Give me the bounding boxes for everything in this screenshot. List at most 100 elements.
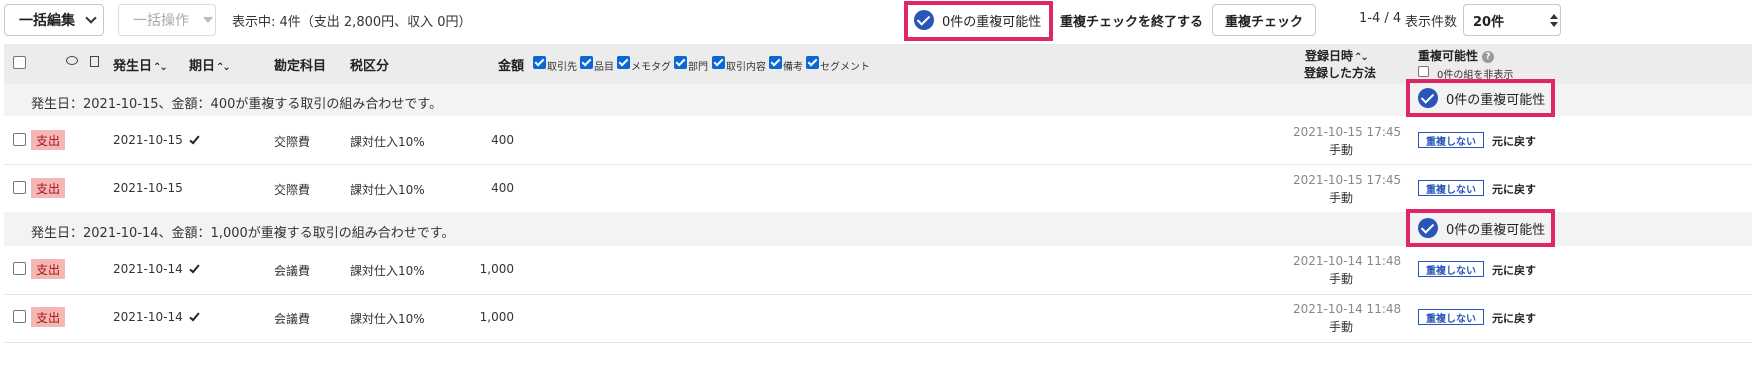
filter-label-description: 取引内容 [726, 62, 766, 73]
revert-link[interactable]: 元に戻す [1492, 133, 1536, 149]
sort-icon: ⌃⌄ [153, 62, 168, 73]
row-account: 交際費 [274, 183, 311, 197]
row-account: 会議費 [274, 264, 311, 278]
row-amount: 1,000 [479, 310, 514, 324]
filter-checkbox-segment[interactable] [806, 56, 819, 69]
row-date: 2021-10-14 [113, 262, 183, 276]
revert-link[interactable]: 元に戻す [1492, 262, 1536, 278]
row-checkbox[interactable] [13, 262, 26, 275]
header-tax: 税区分 [350, 59, 390, 74]
row-method: 手動 [1329, 191, 1354, 205]
group-dup-label: 0件の重複可能性 [1446, 222, 1546, 238]
row-amount: 400 [491, 133, 514, 147]
row-method: 手動 [1329, 272, 1354, 286]
row-tax: 課対仕入10% [350, 312, 425, 326]
group-message: 発生日：2021-10-14、金額：1,000が重複する取引の組み合わせです。 [31, 226, 455, 241]
sort-icon: ⌃⌄ [216, 62, 231, 73]
end-dup-check-link[interactable]: 重複チェックを終了する [1060, 11, 1203, 30]
help-icon[interactable]: ? [1482, 50, 1495, 63]
header-dup-possibility-label: 重複可能性 [1418, 49, 1479, 63]
row-date: 2021-10-15 [113, 181, 183, 195]
header-registered-at[interactable]: 登録日時⌃⌄ [1305, 47, 1369, 64]
per-page-value: 20件 [1473, 14, 1505, 30]
bulk-edit-label: 一括編集 [19, 13, 75, 29]
filter-checkbox-item[interactable] [580, 56, 593, 69]
no-duplicate-button[interactable]: 重複しない [1418, 132, 1484, 148]
group-message: 発生日：2021-10-15、金額：400が重複する取引の組み合わせです。 [31, 97, 443, 112]
row-amount: 400 [491, 181, 514, 195]
revert-link[interactable]: 元に戻す [1492, 310, 1536, 326]
filter-label-segment: セグメント [820, 62, 870, 73]
row-checkbox[interactable] [13, 133, 26, 146]
per-page-select[interactable]: 20件 [1463, 4, 1561, 36]
dup-check-label: 重複チェック [1224, 14, 1303, 30]
expense-badge: 支出 [31, 178, 65, 198]
table-row[interactable] [4, 165, 1752, 211]
dup-possibility-toggle[interactable]: 0件の重複可能性 [914, 10, 1041, 30]
filter-checkbox-partner[interactable] [533, 56, 546, 69]
group-dup-toggle[interactable]: 0件の重複可能性 [1418, 218, 1545, 238]
filter-checkbox-department[interactable] [674, 56, 687, 69]
check-circle-icon [1418, 218, 1438, 238]
row-tax: 課対仕入10% [350, 183, 425, 197]
bulk-action-label: 一括操作 [133, 13, 189, 29]
row-account: 会議費 [274, 312, 311, 326]
dup-possibility-label: 0件の重複可能性 [942, 14, 1042, 30]
dup-check-button[interactable]: 重複チェック [1212, 4, 1316, 36]
filter-label-item: 品目 [594, 62, 614, 73]
row-divider [4, 342, 1752, 343]
group-dup-label: 0件の重複可能性 [1446, 92, 1546, 108]
sort-icon: ⌃⌄ [1354, 52, 1369, 63]
row-checkbox[interactable] [13, 181, 26, 194]
chevron-down-icon [85, 12, 97, 24]
no-duplicate-button[interactable]: 重複しない [1418, 180, 1484, 196]
filter-label-department: 部門 [688, 62, 708, 73]
revert-link[interactable]: 元に戻す [1492, 181, 1536, 197]
row-date: 2021-10-15 [113, 133, 183, 147]
row-checkbox[interactable] [13, 310, 26, 323]
hide-zero-groups-checkbox[interactable] [1418, 66, 1429, 77]
header-registered-method: 登録した方法 [1304, 66, 1377, 80]
table-row[interactable] [4, 117, 1752, 163]
row-tax: 課対仕入10% [350, 135, 425, 149]
header-due[interactable]: 期日⌃⌄ [189, 55, 231, 74]
no-duplicate-button[interactable]: 重複しない [1418, 261, 1484, 277]
caret-down-icon [203, 17, 213, 23]
no-duplicate-button[interactable]: 重複しない [1418, 309, 1484, 325]
select-arrows-icon [1550, 14, 1558, 28]
header-amount: 金額 [498, 59, 525, 74]
expense-badge: 支出 [31, 130, 65, 150]
row-method: 手動 [1329, 143, 1354, 157]
header-registered-at-label: 登録日時 [1305, 49, 1354, 63]
row-method: 手動 [1329, 320, 1354, 334]
header-dup-possibility: 重複可能性? [1418, 47, 1495, 64]
bulk-edit-button[interactable]: 一括編集 [4, 4, 104, 36]
table-row[interactable] [4, 295, 1752, 341]
check-circle-icon [1418, 88, 1438, 108]
row-reg-time: 2021-10-15 17:45 [1293, 173, 1402, 187]
header-due-label: 期日 [189, 59, 216, 74]
pagination-info: 1-4 / 4 [1359, 11, 1402, 26]
per-page-label: 表示件数 [1405, 15, 1458, 30]
comment-icon [66, 56, 78, 65]
filter-label-memo-tag: メモタグ [631, 62, 671, 73]
header-date-label: 発生日 [113, 59, 153, 74]
filter-checkbox-description[interactable] [712, 56, 725, 69]
row-reg-time: 2021-10-15 17:45 [1293, 125, 1402, 139]
filter-checkbox-notes[interactable] [769, 56, 782, 69]
filter-checkbox-memo-tag[interactable] [617, 56, 630, 69]
header-date[interactable]: 発生日⌃⌄ [113, 55, 168, 74]
group-dup-toggle[interactable]: 0件の重複可能性 [1418, 88, 1545, 108]
check-circle-icon [914, 10, 934, 30]
row-tax: 課対仕入10% [350, 264, 425, 278]
display-summary: 表示中: 4件（支出 2,800円、収入 0円） [232, 15, 472, 30]
filter-label-partner: 取引先 [547, 62, 577, 73]
bulk-action-button[interactable]: 一括操作 [118, 4, 216, 36]
expense-badge: 支出 [31, 307, 65, 327]
row-reg-time: 2021-10-14 11:48 [1293, 254, 1402, 268]
document-icon [90, 56, 99, 67]
row-date: 2021-10-14 [113, 310, 183, 324]
table-row[interactable] [4, 247, 1752, 293]
row-account: 交際費 [274, 135, 311, 149]
select-all-checkbox[interactable] [13, 56, 26, 69]
